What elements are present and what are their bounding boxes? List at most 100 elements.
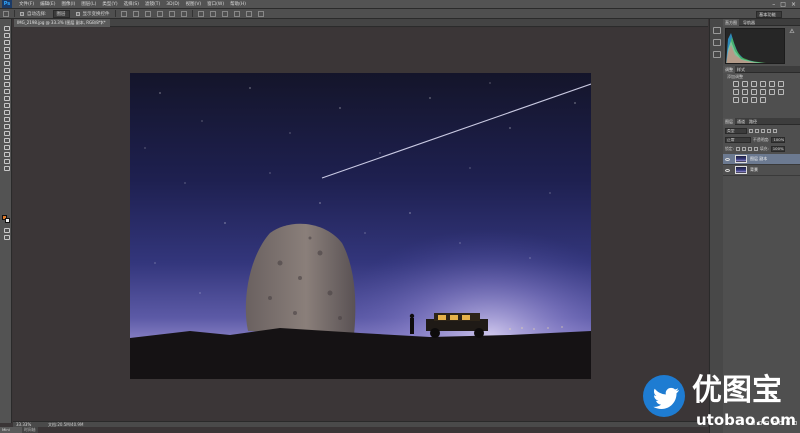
- info-panel-icon[interactable]: [713, 51, 721, 58]
- kind-filter-dropdown[interactable]: 类型: [725, 127, 747, 134]
- tab-channels[interactable]: 通道: [735, 118, 747, 125]
- menu-type[interactable]: 类型(Y): [99, 0, 120, 9]
- tab-adjustments[interactable]: 调整: [723, 66, 735, 73]
- marquee-tool-icon[interactable]: [3, 32, 10, 38]
- document-tab[interactable]: IMG_2198.jpg @ 33.3% (图层 副本, RGB/8*) *: [14, 19, 110, 27]
- align-top-icon[interactable]: [120, 10, 127, 17]
- type-tool-icon[interactable]: [3, 130, 10, 136]
- mini-bridge-tab[interactable]: Mini Bridge: [0, 427, 22, 433]
- document-info[interactable]: 文档:20.5M/40.9M: [48, 422, 83, 428]
- minimize-button[interactable]: –: [772, 0, 775, 9]
- opacity-input[interactable]: 100%: [771, 136, 786, 143]
- vibrance-icon[interactable]: [769, 81, 775, 87]
- move-tool-icon[interactable]: [3, 10, 9, 17]
- blur-tool-icon[interactable]: [3, 109, 10, 115]
- distribute-center-icon[interactable]: [245, 10, 252, 17]
- gradient-tool-icon[interactable]: [3, 102, 10, 108]
- menu-image[interactable]: 图像(I): [58, 0, 78, 9]
- layer-row-copy[interactable]: 图层 副本: [723, 154, 800, 165]
- distribute-left-icon[interactable]: [233, 10, 240, 17]
- menu-edit[interactable]: 编辑(E): [37, 0, 58, 9]
- distribute-right-icon[interactable]: [257, 10, 264, 17]
- distribute-bottom-icon[interactable]: [221, 10, 228, 17]
- clone-stamp-tool-icon[interactable]: [3, 81, 10, 87]
- filter-smart-icon[interactable]: [773, 128, 777, 133]
- menu-window[interactable]: 窗口(W): [204, 0, 227, 9]
- filter-shape-icon[interactable]: [767, 128, 771, 133]
- lasso-tool-icon[interactable]: [3, 39, 10, 45]
- menu-filter[interactable]: 滤镜(T): [142, 0, 163, 9]
- dodge-tool-icon[interactable]: [3, 116, 10, 122]
- color-lookup-icon[interactable]: [769, 89, 775, 95]
- filter-pixel-icon[interactable]: [749, 128, 753, 133]
- hand-tool-icon[interactable]: [3, 151, 10, 157]
- extra-tools-icon[interactable]: [3, 165, 10, 171]
- brush-tool-icon[interactable]: [3, 74, 10, 80]
- workspace-dropdown[interactable]: 基本功能: [756, 11, 782, 18]
- lock-transparent-icon[interactable]: [735, 146, 740, 151]
- lock-all-icon[interactable]: [753, 146, 758, 151]
- screen-mode-icon[interactable]: [3, 234, 10, 240]
- menu-layer[interactable]: 图层(L): [78, 0, 99, 9]
- lock-pixels-icon[interactable]: [741, 146, 746, 151]
- brightness-contrast-icon[interactable]: [733, 81, 739, 87]
- invert-icon[interactable]: [778, 89, 784, 95]
- exposure-icon[interactable]: [760, 81, 766, 87]
- eye-icon[interactable]: [725, 168, 730, 172]
- menu-view[interactable]: 视图(V): [183, 0, 205, 9]
- align-right-icon[interactable]: [180, 10, 187, 17]
- photo-filter-icon[interactable]: [751, 89, 757, 95]
- tab-layers[interactable]: 图层: [723, 118, 735, 125]
- tab-styles[interactable]: 样式: [735, 66, 747, 73]
- channel-mixer-icon[interactable]: [760, 89, 766, 95]
- fill-input[interactable]: 100%: [770, 145, 785, 152]
- background-color-swatch[interactable]: [5, 218, 10, 223]
- eraser-tool-icon[interactable]: [3, 95, 10, 101]
- canvas-workspace[interactable]: [13, 28, 708, 421]
- levels-icon[interactable]: [742, 81, 748, 87]
- tab-navigator[interactable]: 导航器: [741, 19, 757, 26]
- align-middle-icon[interactable]: [132, 10, 139, 17]
- healing-brush-tool-icon[interactable]: [3, 67, 10, 73]
- shape-tool-icon[interactable]: [3, 144, 10, 150]
- align-bottom-icon[interactable]: [144, 10, 151, 17]
- eye-icon[interactable]: [725, 157, 730, 161]
- properties-panel-icon[interactable]: [713, 39, 721, 46]
- filter-type-icon[interactable]: [761, 128, 765, 133]
- show-transform-checkbox[interactable]: [75, 11, 80, 16]
- selective-color-icon[interactable]: [760, 97, 766, 103]
- close-icon[interactable]: ×: [100, 19, 104, 27]
- menu-file[interactable]: 文件(F): [16, 0, 37, 9]
- distribute-middle-icon[interactable]: [209, 10, 216, 17]
- tab-paths[interactable]: 路径: [747, 118, 759, 125]
- threshold-icon[interactable]: [742, 97, 748, 103]
- menu-3d[interactable]: 3D(D): [163, 0, 182, 9]
- black-white-icon[interactable]: [742, 89, 748, 95]
- quick-select-tool-icon[interactable]: [3, 46, 10, 52]
- zoom-tool-icon[interactable]: [3, 158, 10, 164]
- menu-select[interactable]: 选择(S): [121, 0, 142, 9]
- timeline-tab[interactable]: 时间轴: [22, 427, 38, 433]
- distribute-top-icon[interactable]: [197, 10, 204, 17]
- history-panel-icon[interactable]: [713, 27, 721, 34]
- path-select-tool-icon[interactable]: [3, 137, 10, 143]
- align-left-icon[interactable]: [156, 10, 163, 17]
- auto-select-checkbox[interactable]: [20, 11, 24, 16]
- blend-mode-dropdown[interactable]: 正常: [725, 136, 751, 143]
- curves-icon[interactable]: [751, 81, 757, 87]
- maximize-button[interactable]: □: [780, 0, 786, 9]
- posterize-icon[interactable]: [733, 97, 739, 103]
- menu-help[interactable]: 帮助(H): [227, 0, 249, 9]
- history-brush-tool-icon[interactable]: [3, 88, 10, 94]
- color-balance-icon[interactable]: [733, 89, 739, 95]
- lock-position-icon[interactable]: [747, 146, 752, 151]
- histogram-warning-icon[interactable]: ⚠: [787, 28, 797, 36]
- hue-saturation-icon[interactable]: [778, 81, 784, 87]
- close-button[interactable]: ×: [791, 0, 796, 9]
- filter-adjustment-icon[interactable]: [755, 128, 759, 133]
- gradient-map-icon[interactable]: [751, 97, 757, 103]
- pen-tool-icon[interactable]: [3, 123, 10, 129]
- auto-select-dropdown[interactable]: 图层: [52, 9, 70, 18]
- document-canvas[interactable]: [130, 73, 591, 379]
- crop-tool-icon[interactable]: [3, 53, 10, 59]
